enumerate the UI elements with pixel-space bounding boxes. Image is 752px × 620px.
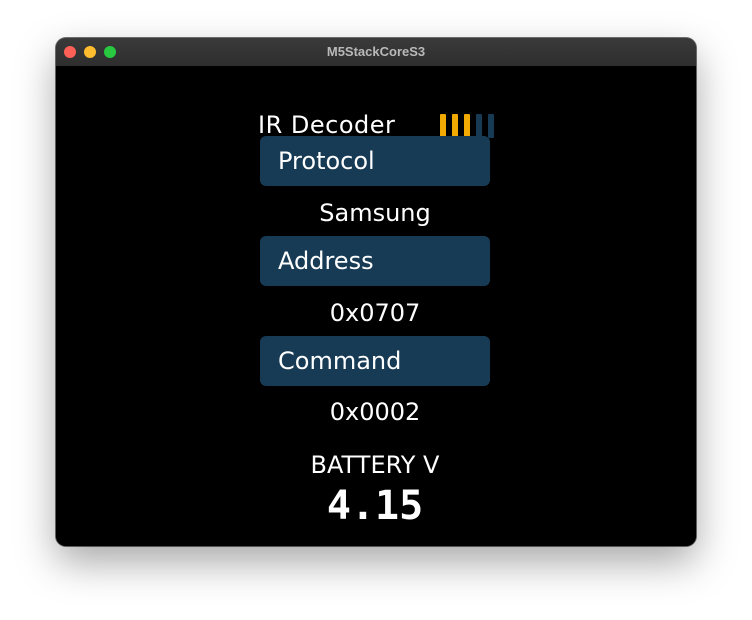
- command-value: 0x0002: [329, 398, 421, 426]
- protocol-label: Protocol: [278, 147, 375, 175]
- command-label: Command: [278, 347, 402, 375]
- signal-bar: [464, 114, 470, 138]
- signal-bar: [476, 114, 482, 138]
- window-title: M5StackCoreS3: [326, 44, 426, 59]
- title-bar[interactable]: M5StackCoreS3: [56, 38, 696, 67]
- battery-label: BATTERY V: [310, 451, 440, 479]
- battery-value: 4.15: [326, 483, 424, 529]
- address-value: 0x0707: [329, 299, 421, 327]
- device-screen: IR Decoder Protocol Samsung Address 0x07…: [56, 66, 696, 546]
- app-window: M5StackCoreS3 IR Decoder Protocol Samsun…: [56, 38, 696, 546]
- command-header: Command: [260, 336, 490, 386]
- signal-bar: [452, 114, 458, 138]
- signal-bar: [440, 114, 446, 138]
- address-header: Address: [260, 236, 490, 286]
- signal-bar: [488, 114, 494, 138]
- address-label: Address: [278, 247, 374, 275]
- protocol-value: Samsung: [319, 199, 431, 227]
- protocol-header: Protocol: [260, 136, 490, 186]
